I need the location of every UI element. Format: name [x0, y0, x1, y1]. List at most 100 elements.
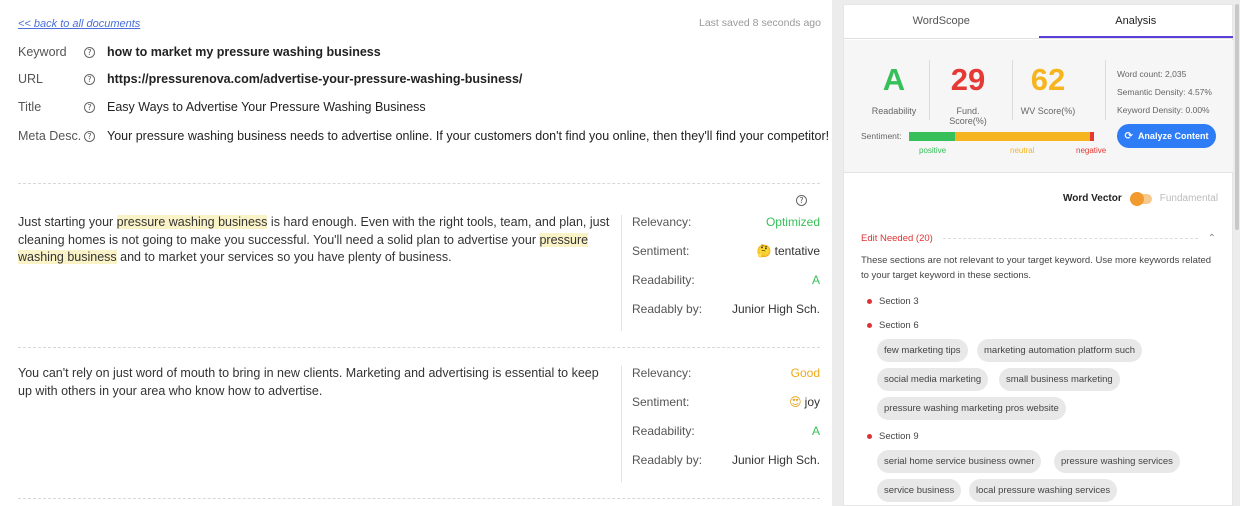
readably-by-value: Junior High Sch. — [731, 302, 820, 316]
chevron-up-icon[interactable]: ⌃ — [1208, 233, 1216, 244]
readably-by-value: Junior High Sch. — [731, 453, 820, 467]
sentiment-label: Sentiment: — [861, 131, 902, 141]
fundamental-label: Fundamental — [1159, 193, 1219, 204]
score-label: WV Score(%) — [1020, 106, 1076, 116]
url-value[interactable]: https://pressurenova.com/advertise-your-… — [107, 72, 522, 86]
meta-desc-label: Meta Desc. — [18, 129, 82, 143]
analyze-button-label: Analyze Content — [1137, 131, 1209, 141]
title-value[interactable]: Easy Ways to Advertise Your Pressure Was… — [107, 100, 426, 114]
paragraph-stats: Relevancy: Good Sentiment: 😍 joy Readabilit… — [621, 366, 820, 482]
sentiment-neutral-segment — [955, 132, 1090, 141]
paragraph-2[interactable]: You can't rely on just word of mouth to … — [18, 365, 610, 400]
title-row: Title ? Easy Ways to Advertise Your Pres… — [18, 100, 426, 114]
sentiment-stat: Sentiment: 🤔 tentative — [632, 244, 820, 273]
stat-label: Readability: — [632, 273, 695, 287]
meta-desc-value[interactable]: Your pressure washing business needs to … — [107, 129, 829, 143]
heart-eyes-icon: 😍 — [789, 395, 802, 409]
stat-label: Sentiment: — [632, 395, 690, 409]
relevancy-stat: Relevancy: Optimized — [632, 215, 820, 244]
sentiment-value: joy — [804, 395, 820, 409]
word-vector-label: Word Vector — [1063, 193, 1122, 204]
readability-value: A — [811, 424, 820, 438]
keyword-chip[interactable]: small business marketing — [999, 368, 1120, 391]
url-row: URL ? https://pressurenova.com/advertise… — [18, 72, 522, 86]
paragraph-text: and to market your services so you have … — [116, 250, 452, 264]
keyword-chip[interactable]: few marketing tips — [877, 339, 968, 362]
refresh-icon: ⟳ — [1124, 130, 1133, 142]
readability-grade: A — [882, 62, 906, 97]
url-label: URL — [18, 72, 44, 86]
score-label: Readability — [871, 106, 917, 116]
edit-needed-description: These sections are not relevant to your … — [861, 255, 1212, 281]
section-name: Section 9 — [879, 431, 919, 442]
keyword-chip[interactable]: serial home service business owner — [877, 450, 1042, 473]
sentiment-value: tentative — [774, 244, 820, 258]
keyword-chip[interactable]: marketing automation platform such — [977, 339, 1143, 362]
keyword-density: Keyword Density: 0.00% — [1117, 105, 1210, 115]
section-item[interactable]: Section 9 — [867, 431, 919, 442]
keyword-value[interactable]: how to market my pressure washing busine… — [107, 45, 381, 59]
divider — [18, 183, 820, 184]
stat-label: Readability: — [632, 424, 695, 438]
keyword-row: Keyword ? how to market my pressure wash… — [18, 45, 381, 59]
bullet-dot — [867, 323, 872, 328]
edit-needed-header[interactable]: Edit Needed (20) ⌃ — [861, 233, 1216, 244]
help-icon[interactable]: ? — [84, 73, 95, 85]
semantic-density: Semantic Density: 4.57% — [1117, 87, 1212, 97]
help-icon[interactable]: ? — [796, 195, 807, 206]
relevancy-value: Good — [790, 366, 820, 380]
bullet-dot — [867, 299, 872, 304]
stat-label: Readably by: — [632, 453, 703, 467]
positive-label: positive — [919, 146, 947, 155]
fund-score: 29 Fund. Score(%) — [937, 60, 999, 126]
paragraph-1[interactable]: Just starting your pressure washing busi… — [18, 214, 610, 267]
relevancy-stat: Relevancy: Good — [632, 366, 820, 395]
edit-needed-title: Edit Needed (20) — [861, 233, 933, 244]
readably-by-stat: Readably by: Junior High Sch. — [632, 453, 820, 482]
help-icon[interactable]: ? — [84, 101, 95, 113]
section-item[interactable]: Section 6 — [867, 320, 919, 331]
score-summary: A Readability 29 Fund. Score(%) 62 WV Sc… — [844, 40, 1233, 173]
paragraph-stats: Relevancy: Optimized Sentiment: 🤔 tentative… — [621, 215, 820, 331]
keyword-chip[interactable]: pressure washing services — [1054, 450, 1180, 473]
neutral-label: neutral — [1010, 146, 1035, 155]
section-item[interactable]: Section 3 — [867, 296, 919, 307]
vector-toggle-row: Word Vector Fundamental — [1063, 191, 1219, 206]
readability-stat: Readability: A — [632, 424, 820, 453]
title-label: Title — [18, 100, 42, 114]
wv-score-value: 62 — [1030, 62, 1066, 97]
stat-label: Relevancy: — [632, 215, 692, 229]
section-name: Section 6 — [879, 320, 919, 331]
word-count: Word count: 2,035 — [1117, 69, 1187, 79]
document-editor: << back to all documents Last saved 8 se… — [0, 0, 832, 506]
divider — [18, 347, 820, 348]
meta-desc-row: Meta Desc. ? Your pressure washing busin… — [18, 129, 829, 143]
stat-label: Relevancy: — [632, 366, 692, 380]
keyword-chip[interactable]: pressure washing marketing pros website — [877, 397, 1066, 420]
score-label: Fund. Score(%) — [949, 106, 987, 126]
keyword-highlight: pressure washing business — [116, 215, 268, 229]
sentiment-positive-segment — [909, 132, 955, 141]
sentiment-bar — [909, 132, 1094, 141]
divider — [1012, 60, 1013, 120]
word-vector-toggle[interactable] — [1129, 191, 1152, 206]
keyword-chip[interactable]: local pressure washing services — [969, 479, 1118, 502]
panel-tabs: WordScope Analysis — [844, 5, 1233, 39]
panel-scrollbar[interactable] — [1235, 4, 1239, 230]
sentiment-negative-segment — [1090, 132, 1094, 141]
keyword-label: Keyword — [18, 45, 67, 59]
last-saved-status: Last saved 8 seconds ago — [698, 17, 821, 29]
analysis-panel: WordScope Analysis A Readability 29 Fund… — [843, 4, 1233, 506]
analyze-content-button[interactable]: ⟳ Analyze Content — [1117, 124, 1216, 148]
help-icon[interactable]: ? — [84, 130, 95, 142]
keyword-chip[interactable]: service business — [877, 479, 962, 502]
back-to-documents-link[interactable]: << back to all documents — [18, 18, 140, 30]
divider — [1105, 60, 1106, 120]
help-icon[interactable]: ? — [84, 46, 95, 58]
tab-analysis[interactable]: Analysis — [1038, 5, 1233, 38]
keyword-chip[interactable]: social media marketing — [877, 368, 989, 391]
tab-wordscope[interactable]: WordScope — [844, 5, 1039, 38]
readability-score: A Readability — [871, 60, 917, 116]
negative-label: negative — [1076, 146, 1107, 155]
relevancy-value: Optimized — [765, 215, 820, 229]
